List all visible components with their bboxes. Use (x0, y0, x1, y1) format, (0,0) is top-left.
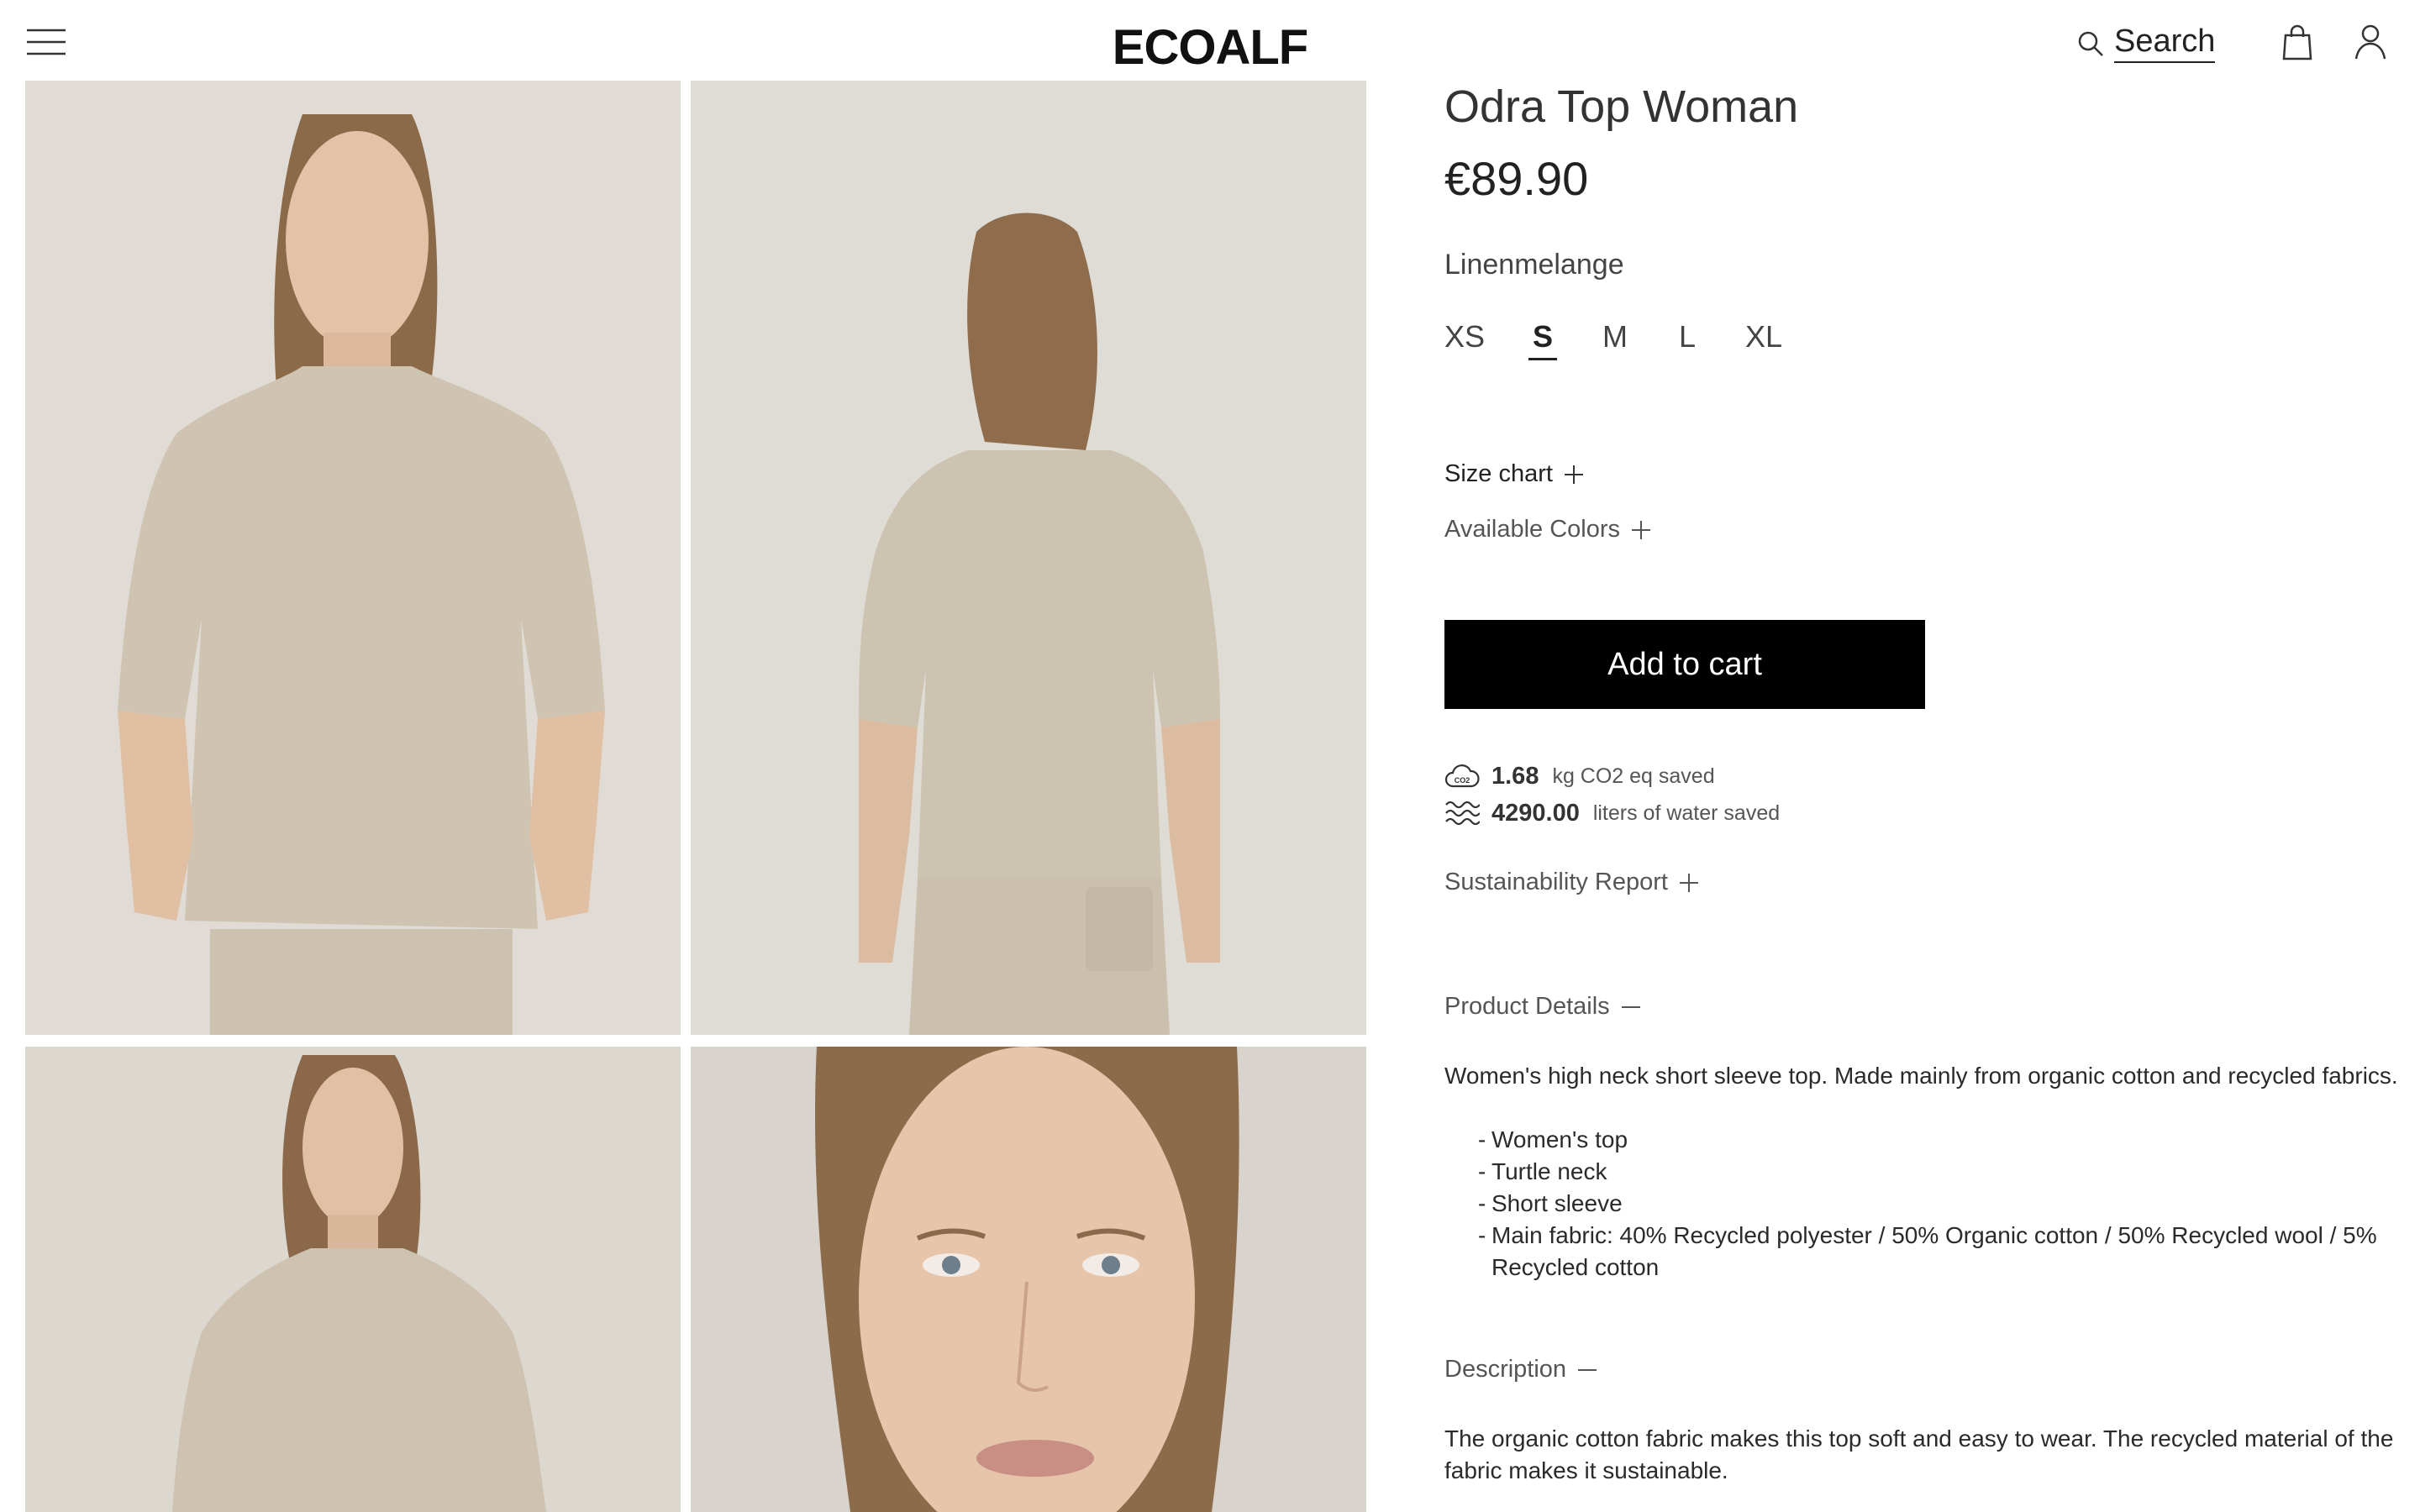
sustainability-report-label: Sustainability Report (1444, 869, 1668, 895)
search-button[interactable]: Search (2075, 22, 2216, 66)
product-details-text: Women's high neck short sleeve top. Made… (1444, 1063, 2398, 1089)
size-option-s[interactable]: S (1528, 319, 1558, 360)
available-colors-toggle[interactable]: Available Colors (1444, 516, 1652, 543)
size-chart-label: Size chart (1444, 460, 1553, 487)
co2-label: kg CO2 eq saved (1552, 764, 1715, 788)
plus-icon (1563, 464, 1585, 486)
size-option-xl[interactable]: XL (1745, 319, 1782, 360)
plus-icon (1630, 519, 1652, 541)
size-option-m[interactable]: M (1601, 319, 1629, 360)
product-image-closeup[interactable] (691, 1047, 1366, 1512)
co2-value: 1.68 (1491, 762, 1539, 790)
svg-text:ECOALF: ECOALF (1113, 20, 1307, 71)
description-heading: Description (1444, 1356, 1567, 1383)
co2-saved-metric: CO2 1.68 kg CO2 eq saved (1444, 761, 1715, 791)
product-title: Odra Top Woman (1444, 81, 1799, 132)
product-price: €89.90 (1444, 152, 1589, 205)
site-header: ECOALF Search (0, 0, 2420, 81)
description-text: The organic cotton fabric makes this top… (1444, 1425, 2394, 1483)
description-toggle[interactable]: Description (1444, 1356, 1598, 1383)
product-image-side[interactable] (25, 1047, 681, 1512)
product-details-heading: Product Details (1444, 993, 1610, 1020)
product-details-toggle[interactable]: Product Details (1444, 993, 1642, 1021)
search-icon (2075, 29, 2106, 59)
water-value: 4290.00 (1491, 799, 1580, 827)
minus-icon (1620, 996, 1642, 1018)
add-to-cart-button[interactable]: Add to cart (1444, 620, 1925, 709)
product-info-panel: Odra Top Woman €89.90 Linenmelange XS S … (1444, 0, 2402, 1512)
plus-icon (1678, 872, 1700, 894)
product-color-name: Linenmelange (1444, 249, 1624, 281)
svg-text:CO2: CO2 (1455, 776, 1470, 785)
size-chart-toggle[interactable]: Size chart (1444, 460, 1585, 488)
hamburger-menu-icon[interactable] (25, 25, 67, 59)
sustainability-report-toggle[interactable]: Sustainability Report (1444, 869, 1700, 896)
water-waves-icon (1444, 798, 1480, 828)
list-item: Women's top (1478, 1124, 2402, 1156)
list-item: Turtle neck (1478, 1156, 2402, 1188)
brand-logo[interactable]: ECOALF (1101, 20, 1319, 71)
user-account-icon[interactable] (2353, 22, 2388, 62)
minus-icon (1576, 1359, 1598, 1381)
cloud-co2-icon: CO2 (1444, 761, 1480, 791)
search-label: Search (2114, 24, 2216, 63)
list-item: Short sleeve (1478, 1188, 2402, 1220)
size-selector: XS S M L XL (1444, 319, 1826, 360)
water-saved-metric: 4290.00 liters of water saved (1444, 798, 1780, 828)
size-option-l[interactable]: L (1673, 319, 1702, 360)
shopping-bag-icon[interactable] (2281, 24, 2314, 62)
product-details-list: Women's top Turtle neck Short sleeve Mai… (1478, 1124, 2402, 1284)
product-image-back[interactable] (691, 81, 1366, 1035)
available-colors-label: Available Colors (1444, 516, 1621, 543)
water-label: liters of water saved (1592, 801, 1781, 825)
list-item: Main fabric: 40% Recycled polyester / 50… (1478, 1220, 2402, 1284)
size-option-xs[interactable]: XS (1444, 319, 1485, 360)
product-image-front[interactable] (25, 81, 681, 1035)
